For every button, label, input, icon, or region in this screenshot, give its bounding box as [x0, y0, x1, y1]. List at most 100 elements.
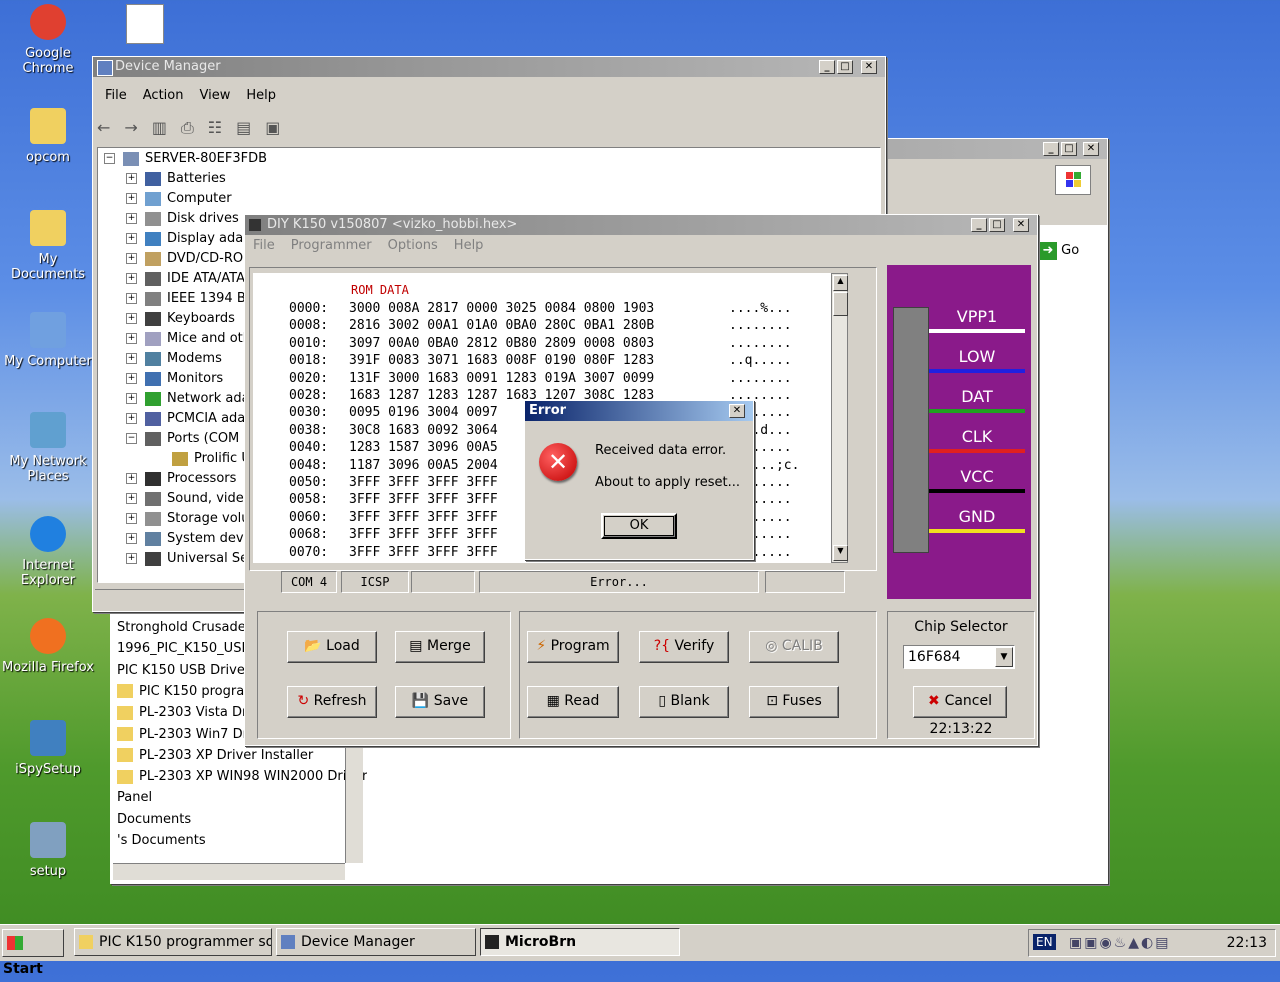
desktop-icon[interactable]: setup — [0, 822, 96, 879]
folder-icon — [117, 727, 133, 741]
tray-icons[interactable]: ▣▣◉♨▲◐▤ — [1069, 935, 1170, 951]
list-item[interactable]: PL-2303 XP WIN98 WIN2000 Driver — [117, 768, 367, 786]
expand-toggle-icon[interactable]: + — [126, 173, 137, 184]
menu-item-view[interactable]: View — [191, 88, 238, 103]
chevron-down-icon[interactable]: ▼ — [995, 647, 1013, 667]
tree-item[interactable]: + Monitors — [126, 370, 223, 388]
menu-item-options[interactable]: Options — [380, 238, 446, 253]
scan-hardware-icon[interactable]: ▣ — [265, 118, 294, 137]
save-button[interactable]: 💾 Save — [395, 686, 485, 718]
start-button[interactable]: Start — [2, 929, 64, 977]
desktop-icon[interactable]: My Network Places — [0, 412, 96, 484]
refresh-button[interactable]: ↻ Refresh — [287, 686, 377, 718]
shortcut-icon[interactable] — [126, 4, 164, 44]
show-hide-tree-icon[interactable]: ▥ — [152, 118, 181, 137]
scroll-up-arrow-icon[interactable]: ▲ — [833, 275, 848, 291]
go-button[interactable]: ➜ Go — [1039, 239, 1099, 263]
maximize-button[interactable]: □ — [1061, 142, 1077, 156]
expand-toggle-icon[interactable]: + — [126, 413, 137, 424]
menu-item-action[interactable]: Action — [135, 88, 192, 103]
forward-arrow-icon[interactable]: → — [124, 118, 151, 137]
help-icon[interactable]: ▤ — [236, 118, 265, 137]
minimize-button[interactable]: _ — [1043, 142, 1059, 156]
list-item[interactable]: PL-2303 XP Driver Installer — [117, 747, 313, 765]
expand-toggle-icon[interactable]: + — [126, 373, 137, 384]
list-item[interactable]: 1996_PIC_K150_USB_ — [117, 640, 257, 658]
expand-toggle-icon[interactable]: + — [126, 293, 137, 304]
taskbar-button[interactable]: MicroBrn — [480, 928, 680, 956]
tree-item[interactable]: + Processors — [126, 470, 236, 488]
fuses-button[interactable]: ⊡ Fuses — [749, 686, 839, 718]
chip-selector-dropdown[interactable]: 16F684 ▼ — [903, 645, 1015, 669]
rom-row-data: 131F 3000 1683 0091 1283 019A 3007 0099 — [349, 370, 655, 386]
menu-item-help[interactable]: Help — [446, 238, 492, 253]
desktop-icon[interactable]: Google Chrome — [0, 4, 96, 76]
tree-root[interactable]: − SERVER-80EF3FDB — [104, 150, 267, 168]
tree-item[interactable]: + Batteries — [126, 170, 226, 188]
desktop-icon[interactable]: opcom — [0, 108, 96, 165]
language-indicator[interactable]: EN — [1033, 934, 1056, 950]
expand-toggle-icon[interactable]: + — [126, 493, 137, 504]
expand-toggle-icon[interactable]: + — [126, 353, 137, 364]
expand-toggle-icon[interactable]: + — [126, 233, 137, 244]
scroll-thumb[interactable] — [833, 292, 848, 316]
list-item[interactable]: 's Documents — [117, 832, 206, 850]
menu-item-help[interactable]: Help — [238, 88, 284, 103]
error-icon: ✕ — [539, 443, 577, 481]
tree-item[interactable]: + Computer — [126, 190, 232, 208]
scroll-down-arrow-icon[interactable]: ▼ — [833, 545, 848, 561]
expand-toggle-icon[interactable]: + — [126, 533, 137, 544]
expand-toggle-icon[interactable]: + — [126, 473, 137, 484]
minimize-button[interactable]: _ — [819, 60, 835, 74]
minimize-button[interactable]: _ — [971, 218, 987, 232]
taskbar-button[interactable]: PIC K150 programmer so... — [74, 928, 272, 956]
expand-toggle-icon[interactable]: + — [126, 313, 137, 324]
read-button[interactable]: ▦ Read — [527, 686, 619, 718]
maximize-button[interactable]: □ — [837, 60, 853, 74]
expand-toggle-icon[interactable]: + — [126, 193, 137, 204]
desktop-icon[interactable]: My Computer — [0, 312, 96, 369]
properties-icon[interactable]: ☷ — [208, 118, 236, 137]
tray-clock: 22:13 — [1226, 935, 1267, 951]
expand-toggle-icon[interactable]: − — [126, 433, 137, 444]
program-button[interactable]: ⚡ Program — [527, 631, 619, 663]
calib-button[interactable]: ◎ CALIB — [749, 631, 839, 663]
close-button[interactable]: ✕ — [1013, 218, 1029, 232]
tree-item[interactable]: + Disk drives — [126, 210, 239, 228]
menu-item-file[interactable]: File — [245, 238, 283, 253]
blank-button[interactable]: ▯ Blank — [639, 686, 729, 718]
menu-item-programmer[interactable]: Programmer — [283, 238, 380, 253]
desktop-icon[interactable]: iSpySetup — [0, 720, 96, 777]
expand-toggle-icon[interactable]: + — [126, 553, 137, 564]
merge-button[interactable]: ▤ Merge — [395, 631, 485, 663]
back-arrow-icon[interactable]: ← — [97, 118, 124, 137]
desktop-icon[interactable]: My Documents — [0, 210, 96, 282]
taskbar-button[interactable]: Device Manager — [276, 928, 476, 956]
expand-toggle-icon[interactable]: + — [126, 213, 137, 224]
expand-toggle-icon[interactable]: + — [126, 333, 137, 344]
close-button[interactable]: ✕ — [861, 60, 877, 74]
rom-scrollbar[interactable]: ▲ ▼ — [831, 273, 848, 563]
horizontal-scrollbar[interactable] — [113, 863, 345, 880]
tree-item[interactable]: + Keyboards — [126, 310, 235, 328]
ok-button[interactable]: OK — [601, 513, 677, 539]
print-icon[interactable]: ⎙ — [181, 118, 208, 137]
verify-button[interactable]: ?{ Verify — [639, 631, 729, 663]
expand-toggle-icon[interactable]: + — [126, 253, 137, 264]
maximize-button[interactable]: □ — [989, 218, 1005, 232]
expand-toggle-icon[interactable]: + — [126, 513, 137, 524]
tree-item[interactable]: + Modems — [126, 350, 222, 368]
list-item[interactable]: Documents — [117, 811, 191, 829]
cancel-button[interactable]: ✖ Cancel — [913, 686, 1007, 718]
list-item[interactable]: PIC K150 USB Driver — [117, 662, 250, 680]
close-button[interactable]: ✕ — [729, 404, 745, 418]
list-item[interactable]: Panel — [117, 789, 152, 807]
desktop-icon[interactable]: Internet Explorer — [0, 516, 96, 588]
desktop-icon[interactable]: Mozilla Firefox — [0, 618, 96, 675]
close-button[interactable]: ✕ — [1083, 142, 1099, 156]
menu-item-file[interactable]: File — [97, 88, 135, 103]
expand-toggle-icon[interactable]: + — [126, 273, 137, 284]
expand-toggle-icon[interactable]: + — [126, 393, 137, 404]
list-item[interactable]: Stronghold Crusader — [117, 619, 251, 637]
load-button[interactable]: 📂 Load — [287, 631, 377, 663]
